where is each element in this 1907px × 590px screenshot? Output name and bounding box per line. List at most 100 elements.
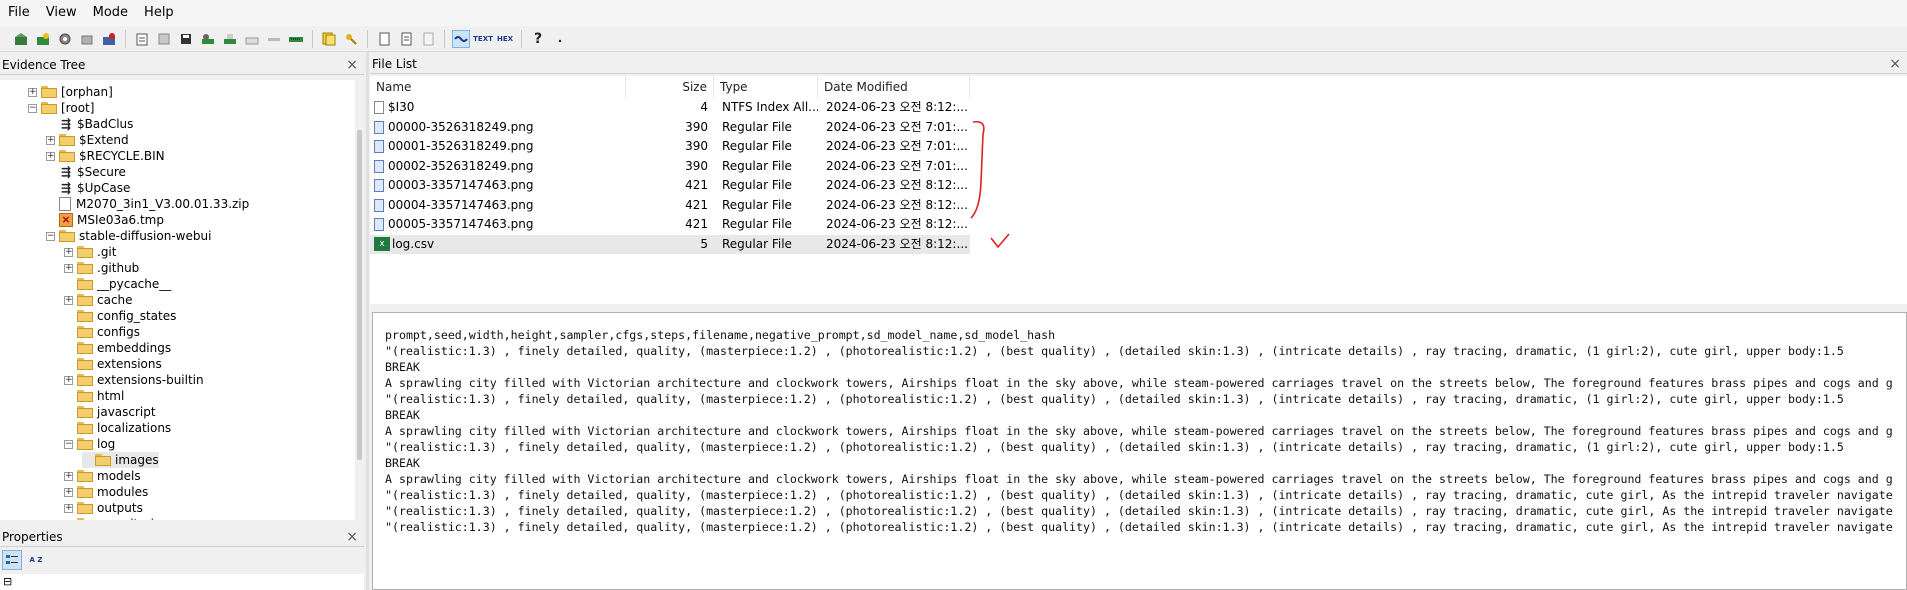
tree-node[interactable]: M2070_3in1_V3.00.01.33.zip	[46, 196, 249, 212]
save-icon[interactable]	[155, 30, 173, 48]
find-icon[interactable]	[320, 30, 338, 48]
tree-node[interactable]: + outputs	[64, 500, 143, 516]
file-row[interactable]: 00001-3526318249.png 390 Regular File 2024-…	[370, 137, 970, 156]
expand-icon[interactable]: +	[46, 135, 55, 145]
expand-icon[interactable]: +	[64, 519, 73, 520]
properties-close-icon[interactable]: ×	[346, 527, 358, 547]
dropdown-icon[interactable]	[551, 30, 569, 48]
tree-node[interactable]: ⇶ $BadClus	[46, 116, 133, 132]
folder-icon	[77, 310, 93, 322]
tree-node[interactable]: − stable-diffusion-webui	[46, 228, 211, 244]
column-header-name[interactable]: Name	[370, 76, 626, 98]
tree-node[interactable]: + [orphan]	[28, 84, 113, 100]
tree-node[interactable]: + models	[64, 468, 141, 484]
expand-icon[interactable]: +	[64, 503, 73, 513]
collapse-icon[interactable]: −	[28, 103, 37, 113]
tree-node[interactable]: __pycache__	[64, 276, 171, 292]
tree-node[interactable]: + repositories	[64, 516, 168, 520]
acquire-icon[interactable]	[265, 30, 283, 48]
new-doc-icon[interactable]	[375, 30, 393, 48]
tree-node[interactable]: + $RECYCLE.BIN	[46, 148, 165, 164]
tree-node[interactable]: + cache	[64, 292, 133, 308]
tree-node[interactable]: config_states	[64, 308, 176, 324]
column-header-date[interactable]: Date Modified	[818, 76, 970, 98]
alphabetical-sort-icon[interactable]: A Z	[26, 550, 46, 570]
tree-node[interactable]: ⇶ $UpCase	[46, 180, 130, 196]
tree-node[interactable]: + .git	[64, 244, 116, 260]
evidence-tree-close-icon[interactable]: ×	[346, 55, 358, 75]
file-row[interactable]: 00002-3526318249.png 390 Regular File 2024-…	[370, 157, 970, 176]
panel-splitter[interactable]	[366, 52, 369, 590]
tree-node[interactable]: + .github	[64, 260, 139, 276]
tree-node-label: M2070_3in1_V3.00.01.33.zip	[76, 197, 250, 211]
tree-node[interactable]: − [root]	[28, 100, 94, 116]
column-header-size[interactable]: Size	[626, 76, 714, 98]
file-row[interactable]: 00005-3357147463.png 421 Regular File 2024-…	[370, 215, 970, 234]
add-image-icon[interactable]	[56, 30, 74, 48]
tree-node[interactable]: configs	[64, 324, 140, 340]
image-disk-icon[interactable]	[199, 30, 217, 48]
text-preview-pane[interactable]: prompt,seed,width,height,sampler,cfgs,st…	[372, 312, 1907, 590]
scrollbar-thumb[interactable]	[357, 130, 362, 460]
copy-icon[interactable]	[419, 30, 437, 48]
add-evidence-icon[interactable]	[34, 30, 52, 48]
file-date-modified: 2024-06-23 오전 8:12:...	[826, 197, 968, 212]
auto-view-icon[interactable]	[452, 29, 470, 48]
expand-icon[interactable]: +	[64, 471, 73, 481]
collapse-icon[interactable]: −	[64, 439, 73, 449]
expand-icon[interactable]: +	[64, 247, 73, 257]
text-view-icon[interactable]: TEXT	[473, 30, 493, 48]
tree-node[interactable]: html	[64, 388, 124, 404]
collapse-icon[interactable]: −	[46, 231, 55, 241]
preview-text-line: BREAK	[385, 408, 420, 422]
file-row[interactable]: 00000-3526318249.png 390 Regular File 2024-…	[370, 118, 970, 137]
report-icon[interactable]	[397, 30, 415, 48]
preview-text-line: "(realistic:1.3) , finely detailed, qual…	[385, 504, 1893, 518]
open-case-icon[interactable]	[12, 30, 30, 48]
file-row[interactable]: $I30 4 NTFS Index All... 2024-06-23 오전 8:12…	[370, 98, 970, 117]
remove-all-icon[interactable]	[100, 30, 118, 48]
expand-icon[interactable]: +	[64, 375, 73, 385]
decrypt-icon[interactable]	[243, 30, 261, 48]
menu-mode[interactable]: Mode	[85, 0, 136, 26]
expand-icon[interactable]: +	[46, 151, 55, 161]
save-as-icon[interactable]	[177, 30, 195, 48]
properties-expander[interactable]: ⊟	[3, 574, 12, 590]
mount-icon[interactable]	[287, 30, 305, 48]
tree-node[interactable]: + extensions-builtin	[64, 372, 204, 388]
tree-node[interactable]: + $Extend	[46, 132, 129, 148]
categorized-view-icon[interactable]	[2, 550, 22, 570]
tree-node[interactable]: extensions	[64, 356, 162, 372]
menu-file[interactable]: File	[0, 0, 38, 26]
tree-node[interactable]: + modules	[64, 484, 148, 500]
horizontal-splitter[interactable]	[370, 304, 1907, 312]
tree-node[interactable]: ⇶ $Secure	[46, 164, 126, 180]
menu-help[interactable]: Help	[136, 0, 182, 26]
tree-node[interactable]: × MSIe03a6.tmp	[46, 212, 164, 228]
expand-icon[interactable]: +	[28, 87, 37, 97]
file-row[interactable]: x log.csv 5 Regular File 2024-06-23 오전 8:12:…	[370, 234, 970, 254]
menu-view[interactable]: View	[38, 0, 85, 26]
tree-node[interactable]: javascript	[64, 404, 156, 420]
expand-icon[interactable]: +	[64, 487, 73, 497]
column-header-type[interactable]: Type	[714, 76, 818, 98]
export-icon[interactable]	[133, 30, 151, 48]
help-icon[interactable]: ?	[529, 30, 547, 48]
file-type: Regular File	[722, 197, 792, 212]
tree-node[interactable]: embeddings	[64, 340, 171, 356]
tree-node[interactable]: localizations	[64, 420, 171, 436]
file-size: 390	[685, 119, 708, 134]
tree-node[interactable]: images	[82, 452, 159, 468]
file-type: Regular File	[722, 178, 792, 192]
expand-icon[interactable]: +	[64, 263, 73, 273]
remove-evidence-icon[interactable]	[78, 30, 96, 48]
file-list-close-icon[interactable]: ×	[1889, 54, 1901, 74]
file-row[interactable]: 00004-3357147463.png 421 Regular File 2024-…	[370, 196, 970, 215]
verify-icon[interactable]	[221, 30, 239, 48]
expand-icon[interactable]: +	[64, 295, 73, 305]
file-row[interactable]: 00003-3357147463.png 421 Regular File 2024-…	[370, 176, 970, 195]
evidence-tree-scrollbar[interactable]	[355, 80, 364, 520]
tree-node[interactable]: − log	[64, 436, 115, 452]
hash-icon[interactable]	[342, 30, 360, 48]
hex-view-icon[interactable]: HEX	[496, 30, 514, 48]
